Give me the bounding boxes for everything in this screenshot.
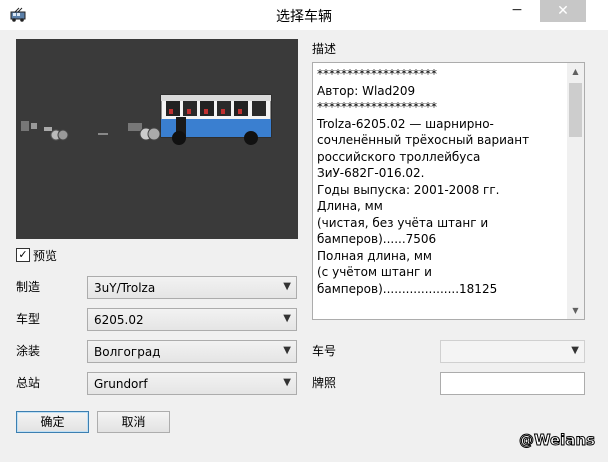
livery-dropdown[interactable]: Волгоград ▼ <box>87 340 297 363</box>
description-label: 描述 <box>312 42 337 56</box>
cancel-button[interactable]: 取消 <box>97 411 170 433</box>
plate-label: 牌照 <box>312 376 337 390</box>
close-icon: ✕ <box>557 3 569 19</box>
close-button[interactable]: ✕ <box>540 0 586 22</box>
fleet-number-dropdown[interactable]: ▼ <box>440 340 585 363</box>
depot-value: Grundorf <box>94 377 148 391</box>
model-dropdown[interactable]: 6205.02 ▼ <box>87 308 297 331</box>
description-textarea[interactable]: ******************** Автор: Wlad209 ****… <box>312 62 585 320</box>
chevron-down-icon: ▼ <box>283 345 291 356</box>
plate-input[interactable] <box>440 372 585 395</box>
depot-dropdown[interactable]: Grundorf ▼ <box>87 372 297 395</box>
watermark: @Weians <box>518 431 596 450</box>
livery-label: 涂装 <box>16 344 41 358</box>
title-bar: 选择车辆 − ✕ <box>0 0 608 30</box>
chevron-down-icon: ▼ <box>283 377 291 388</box>
depot-label: 总站 <box>16 376 41 390</box>
vehicle-preview[interactable] <box>16 39 298 239</box>
minimize-icon: − <box>511 2 523 18</box>
description-text: ******************** Автор: Wlad209 ****… <box>317 67 530 296</box>
livery-value: Волгоград <box>94 345 161 359</box>
chevron-down-icon: ▼ <box>283 281 291 292</box>
scroll-down-icon[interactable]: ▼ <box>567 302 584 319</box>
chevron-down-icon: ▼ <box>283 313 291 324</box>
make-value: 3uY/Trolza <box>94 281 156 295</box>
scroll-up-icon[interactable]: ▲ <box>567 63 584 80</box>
model-label: 车型 <box>16 312 41 326</box>
preview-checkbox[interactable]: ✓ <box>16 248 30 262</box>
scroll-thumb[interactable] <box>569 83 582 137</box>
trolleybus-render <box>21 94 272 145</box>
model-value: 6205.02 <box>94 313 144 327</box>
minimize-button[interactable]: − <box>500 0 534 22</box>
ok-button[interactable]: 确定 <box>16 411 89 433</box>
fleet-number-label: 车号 <box>312 344 337 358</box>
chevron-down-icon: ▼ <box>571 345 579 356</box>
preview-checkbox-label: 预览 <box>33 249 58 263</box>
description-scrollbar[interactable]: ▲ ▼ <box>567 63 584 319</box>
make-dropdown[interactable]: 3uY/Trolza ▼ <box>87 276 297 299</box>
make-label: 制造 <box>16 280 41 294</box>
